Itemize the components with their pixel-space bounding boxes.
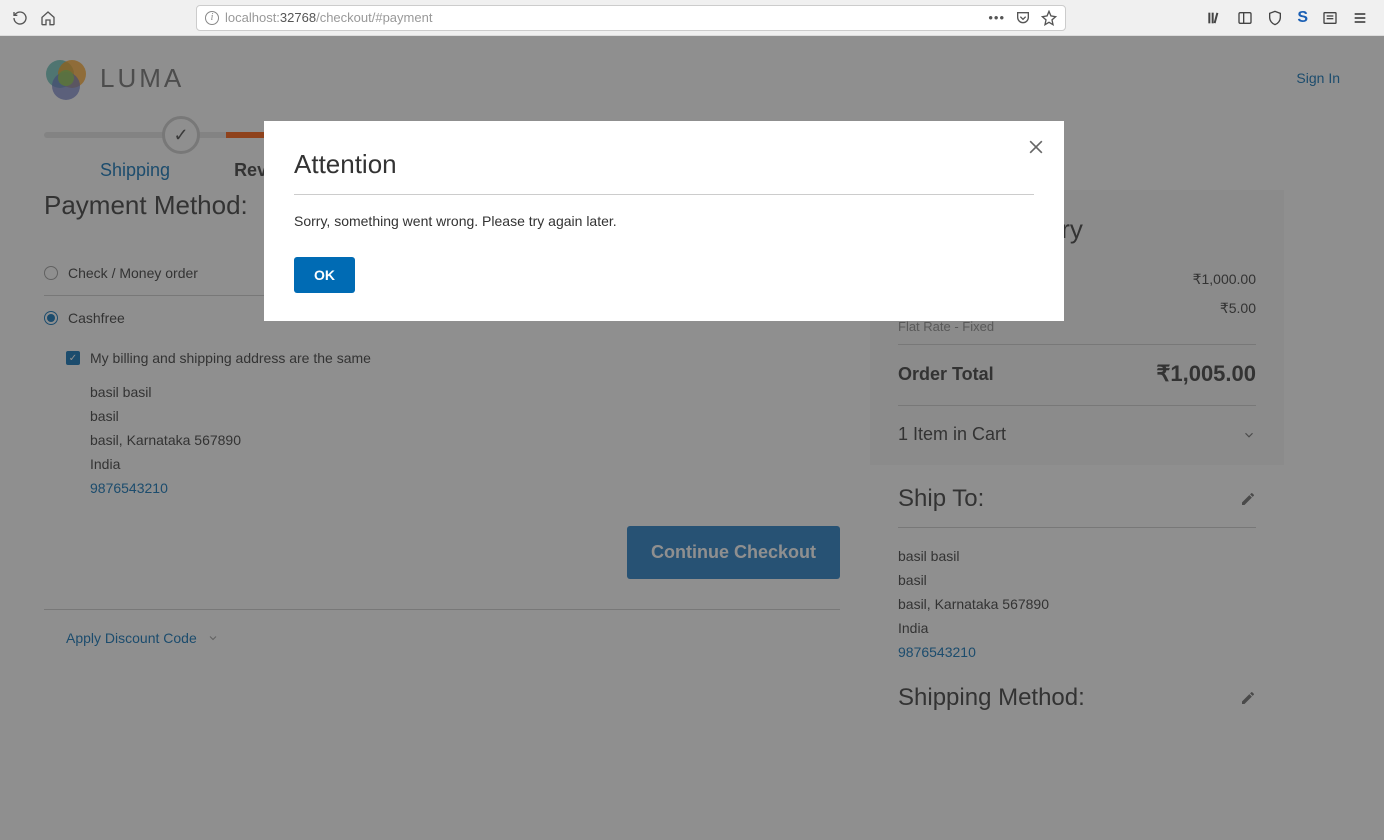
logo-text: LUMA bbox=[100, 63, 184, 94]
shipping-value: ₹5.00 bbox=[1220, 300, 1256, 317]
more-icon[interactable]: ••• bbox=[988, 10, 1005, 25]
modal-body: Sorry, something went wrong. Please try … bbox=[294, 195, 1034, 257]
address-line2: basil, Karnataka 567890 bbox=[90, 432, 840, 448]
cart-items-label: 1 Item in Cart bbox=[898, 424, 1006, 445]
radio-label: Cashfree bbox=[68, 310, 125, 326]
radio-label: Check / Money order bbox=[68, 265, 198, 281]
payment-option-cashfree[interactable]: Cashfree ✓ My billing and shipping addre… bbox=[44, 296, 840, 593]
page-header: LUMA Sign In bbox=[44, 56, 1340, 100]
total-label: Order Total bbox=[898, 364, 994, 385]
modal-title: Attention bbox=[294, 149, 1034, 195]
discount-label: Apply Discount Code bbox=[66, 630, 197, 646]
address-line1: basil bbox=[90, 408, 840, 424]
step-review-label: Rev bbox=[234, 160, 267, 181]
shipto-country: India bbox=[898, 620, 1256, 636]
radio-check-money[interactable] bbox=[44, 266, 58, 280]
s-extension-icon[interactable]: S bbox=[1297, 9, 1308, 27]
logo[interactable]: LUMA bbox=[44, 56, 184, 100]
chevron-down-icon bbox=[207, 632, 219, 644]
shipto-phone[interactable]: 9876543210 bbox=[898, 644, 1256, 660]
ship-to-section: Ship To: basil basil basil basil, Karnat… bbox=[870, 465, 1284, 678]
total-value: ₹1,005.00 bbox=[1156, 361, 1256, 387]
edit-icon[interactable] bbox=[1240, 690, 1256, 706]
home-icon[interactable] bbox=[40, 10, 56, 26]
star-icon[interactable] bbox=[1041, 10, 1057, 26]
check-icon: ✓ bbox=[173, 125, 188, 146]
billing-block: ✓ My billing and shipping address are th… bbox=[66, 350, 840, 496]
sign-in-link[interactable]: Sign In bbox=[1296, 70, 1340, 86]
close-icon[interactable] bbox=[1026, 137, 1046, 157]
url-text: localhost:32768/checkout/#payment bbox=[225, 10, 982, 25]
reload-icon[interactable] bbox=[12, 10, 28, 26]
shipto-name: basil basil bbox=[898, 548, 1256, 564]
edit-icon[interactable] bbox=[1240, 491, 1256, 507]
shipping-method-section: Shipping Method: bbox=[870, 678, 1284, 722]
billing-address: basil basil basil basil, Karnataka 56789… bbox=[90, 384, 840, 496]
shipto-line1: basil bbox=[898, 572, 1256, 588]
chevron-down-icon bbox=[1242, 428, 1256, 442]
address-country: India bbox=[90, 456, 840, 472]
library-icon[interactable] bbox=[1207, 10, 1223, 26]
apply-discount-link[interactable]: Apply Discount Code bbox=[66, 630, 840, 646]
cart-items-toggle[interactable]: 1 Item in Cart bbox=[898, 405, 1256, 445]
shipping-method-sub: Flat Rate - Fixed bbox=[898, 319, 1256, 334]
pocket-icon[interactable] bbox=[1015, 10, 1031, 26]
luma-logo-icon bbox=[44, 56, 88, 100]
browser-chrome: i localhost:32768/checkout/#payment ••• … bbox=[0, 0, 1384, 36]
news-icon[interactable] bbox=[1322, 10, 1338, 26]
modal-ok-button[interactable]: OK bbox=[294, 257, 355, 293]
address-name: basil basil bbox=[90, 384, 840, 400]
shipping-method-title: Shipping Method: bbox=[898, 684, 1085, 712]
shipto-line2: basil, Karnataka 567890 bbox=[898, 596, 1256, 612]
radio-cashfree[interactable] bbox=[44, 311, 58, 325]
url-bar[interactable]: i localhost:32768/checkout/#payment ••• bbox=[196, 5, 1066, 31]
menu-icon[interactable] bbox=[1352, 10, 1368, 26]
subtotal-value: ₹1,000.00 bbox=[1193, 271, 1256, 288]
step-shipping-label[interactable]: Shipping bbox=[100, 160, 170, 181]
ship-to-title: Ship To: bbox=[898, 485, 984, 513]
same-address-checkbox[interactable]: ✓ bbox=[66, 351, 80, 365]
step-marker-shipping: ✓ bbox=[162, 116, 200, 154]
shield-icon[interactable] bbox=[1267, 10, 1283, 26]
info-icon[interactable]: i bbox=[205, 11, 219, 25]
attention-modal: Attention Sorry, something went wrong. P… bbox=[264, 121, 1064, 321]
same-address-label: My billing and shipping address are the … bbox=[90, 350, 371, 366]
sidebar-icon[interactable] bbox=[1237, 10, 1253, 26]
continue-checkout-button[interactable]: Continue Checkout bbox=[627, 526, 840, 579]
address-phone[interactable]: 9876543210 bbox=[90, 480, 840, 496]
